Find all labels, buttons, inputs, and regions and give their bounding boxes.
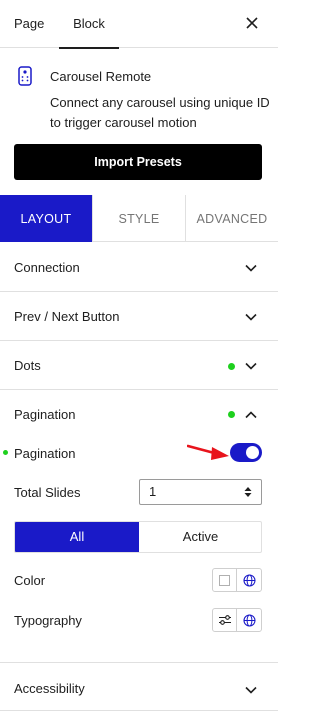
- block-card: Carousel Remote Connect any carousel usi…: [0, 49, 278, 194]
- tab-layout[interactable]: LAYOUT: [0, 195, 92, 242]
- chevron-down-icon: [245, 313, 257, 321]
- settings-tabs: LAYOUT STYLE ADVANCED: [0, 195, 278, 242]
- modified-indicator: [3, 450, 8, 455]
- state-segmented-control: All Active: [14, 521, 262, 553]
- panel-prev-next-button[interactable]: Prev / Next Button: [0, 292, 278, 341]
- pagination-toggle-label: Pagination: [14, 446, 76, 461]
- block-description: Connect any carousel using unique ID to …: [50, 95, 270, 130]
- panel-accessibility[interactable]: Accessibility: [0, 663, 278, 710]
- panel-title: Connection: [14, 260, 80, 275]
- modified-indicator: [228, 363, 235, 370]
- chevron-up-icon: [245, 411, 257, 419]
- total-slides-value: 1: [149, 484, 157, 499]
- color-label: Color: [14, 573, 46, 588]
- color-picker-button[interactable]: [213, 569, 237, 591]
- globe-icon: [242, 613, 256, 627]
- typography-controls: [212, 608, 262, 632]
- panel-pagination[interactable]: Pagination: [0, 390, 278, 439]
- total-slides-input[interactable]: 1: [139, 479, 262, 505]
- sliders-icon: [218, 615, 231, 625]
- panel-connection[interactable]: Connection: [0, 243, 278, 292]
- pagination-toggle[interactable]: [230, 443, 262, 462]
- panel-title: Dots: [14, 358, 41, 373]
- modified-indicator: [228, 411, 235, 418]
- chevron-down-icon: [245, 362, 257, 370]
- chevron-down-icon: [245, 264, 257, 272]
- color-controls: [212, 568, 262, 592]
- chevron-down-icon: [245, 686, 257, 694]
- panel-title: Prev / Next Button: [14, 309, 120, 324]
- sidebar-header-tabs: Page Block: [0, 0, 278, 49]
- panel-dots[interactable]: Dots: [0, 341, 278, 390]
- remote-control-icon: [18, 66, 32, 86]
- tab-page[interactable]: Page: [14, 0, 44, 48]
- total-slides-label: Total Slides: [14, 485, 81, 500]
- toggle-knob: [246, 446, 259, 459]
- panel-title: Accessibility: [14, 681, 85, 696]
- import-presets-button[interactable]: Import Presets: [14, 144, 262, 180]
- global-typography-button[interactable]: [237, 609, 261, 631]
- state-tab-all[interactable]: All: [15, 522, 139, 552]
- globe-icon: [242, 573, 256, 587]
- color-swatch-icon: [219, 574, 230, 586]
- annotation-arrow-icon: [187, 444, 229, 460]
- tab-block[interactable]: Block: [59, 0, 119, 49]
- block-title: Carousel Remote: [50, 69, 152, 84]
- global-color-button[interactable]: [237, 569, 261, 591]
- typography-settings-button[interactable]: [213, 609, 237, 631]
- close-icon[interactable]: [242, 13, 262, 33]
- panel-title: Pagination: [14, 407, 76, 422]
- tab-advanced[interactable]: ADVANCED: [185, 195, 278, 242]
- typography-label: Typography: [14, 613, 82, 628]
- state-tab-active[interactable]: Active: [139, 522, 261, 552]
- stepper-arrows-icon[interactable]: [244, 486, 252, 498]
- tab-style[interactable]: STYLE: [92, 195, 185, 242]
